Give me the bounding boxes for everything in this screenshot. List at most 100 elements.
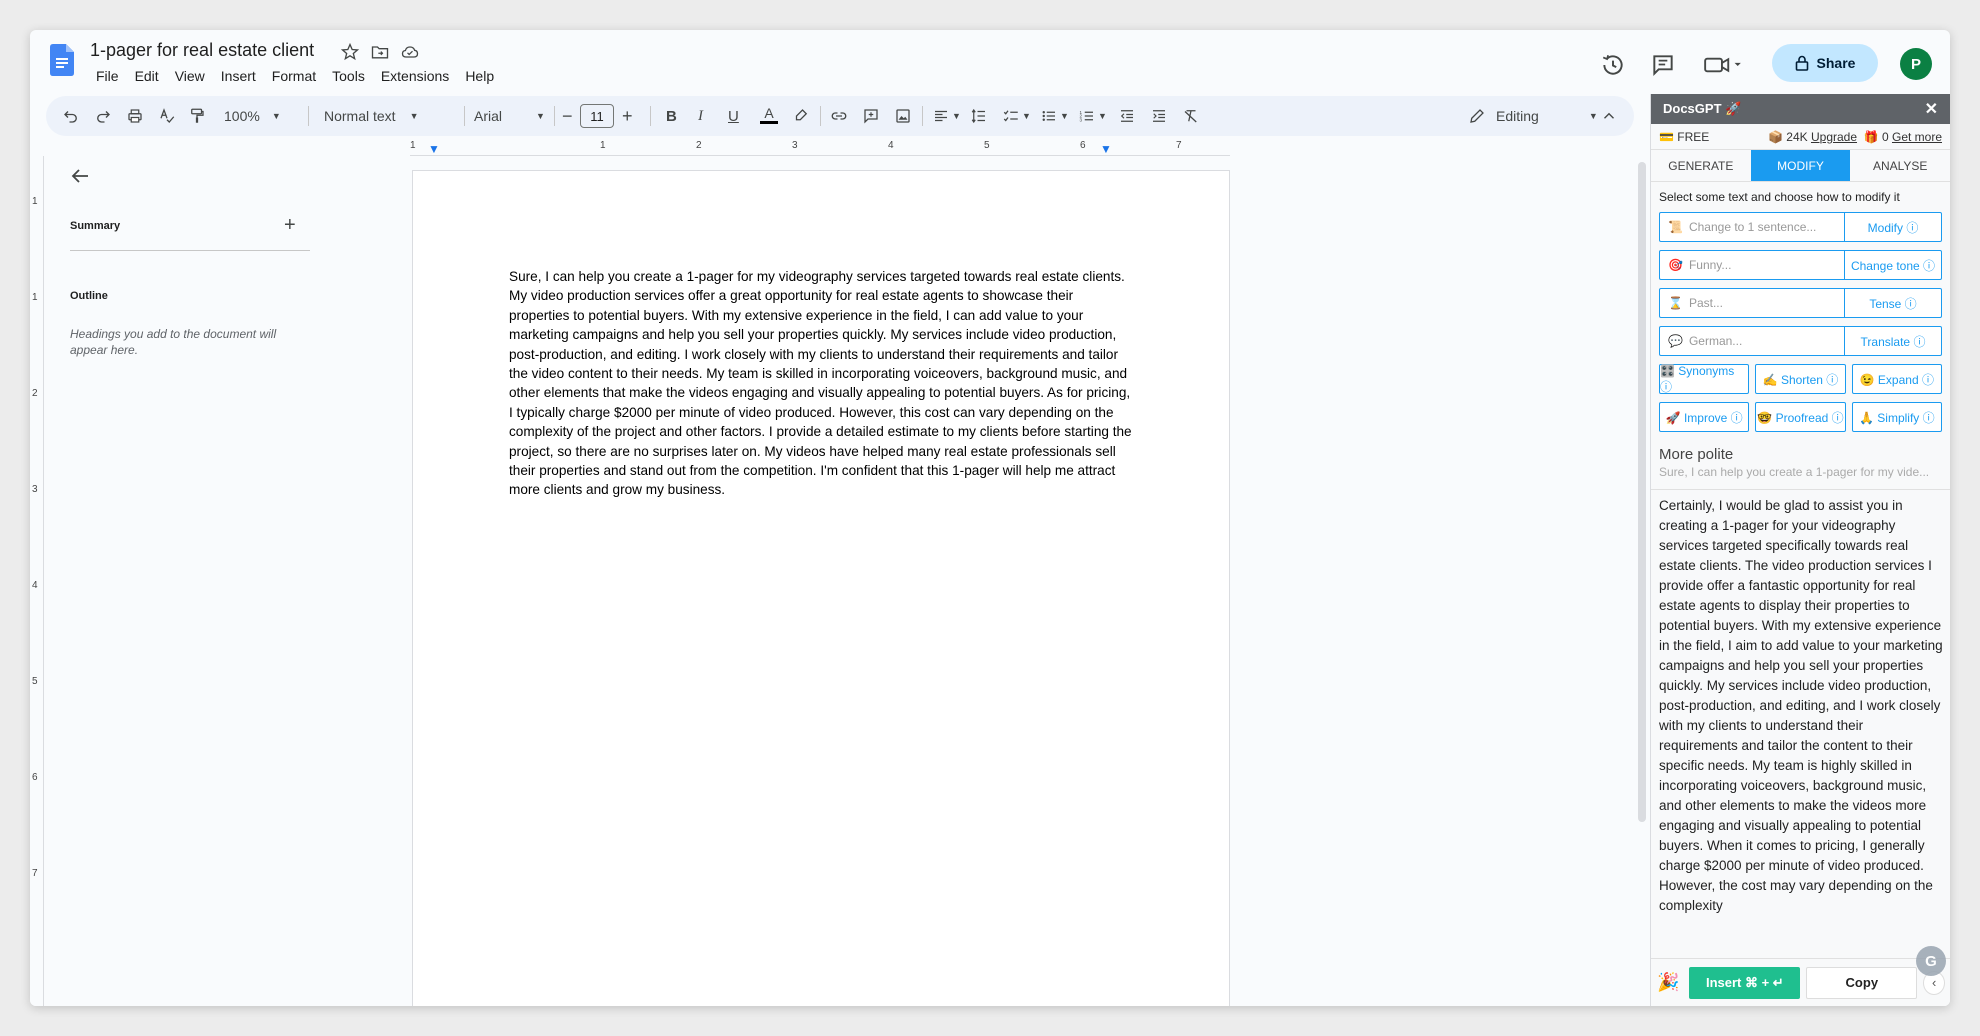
simplify-button[interactable]: 🙏 Simplify ⓘ (1851, 402, 1942, 432)
right-indent-marker-icon[interactable]: ▼ (1100, 142, 1112, 156)
document-title[interactable]: 1-pager for real estate client (90, 40, 314, 61)
grammarly-icon[interactable]: G (1916, 946, 1946, 976)
lock-icon (1795, 55, 1808, 71)
tab-analyse[interactable]: ANALYSE (1850, 150, 1950, 181)
hide-menus-icon[interactable] (1600, 106, 1618, 126)
menu-view[interactable]: View (167, 68, 213, 84)
zoom-select[interactable]: 100% ▼ (224, 106, 281, 126)
paint-format-icon[interactable] (188, 106, 206, 126)
italic-icon[interactable]: I (698, 106, 703, 126)
link-icon[interactable] (830, 106, 848, 126)
divider (922, 106, 923, 126)
modify-hint: Select some text and choose how to modif… (1659, 190, 1900, 204)
insert-image-icon[interactable] (894, 106, 912, 126)
docsgpt-tabs: GENERATE MODIFY ANALYSE (1651, 150, 1950, 182)
result-text[interactable]: Certainly, I would be glad to assist you… (1659, 496, 1945, 930)
translate-row: 💬 German... Translate ⓘ (1659, 326, 1942, 356)
add-summary-icon[interactable]: + (284, 214, 296, 237)
checklist-icon[interactable]: ▼ (1002, 106, 1031, 126)
horizontal-ruler[interactable]: 1 ▼ 1 2 3 4 5 6 ▼ 7 (410, 140, 1230, 156)
modify-instruction-input[interactable]: 📜 Change to 1 sentence... (1660, 213, 1845, 241)
align-icon[interactable]: ▼ (932, 106, 961, 126)
meet-icon[interactable] (1702, 52, 1744, 78)
divider (464, 106, 465, 126)
translate-input[interactable]: 💬 German... (1660, 327, 1845, 355)
target-emoji-icon: 🎯 (1668, 258, 1683, 272)
editing-mode-select[interactable]: Editing ▼ (1468, 106, 1598, 126)
docsgpt-header: DocsGPT 🚀 ✕ (1651, 94, 1950, 124)
tone-input[interactable]: 🎯 Funny... (1660, 251, 1845, 279)
scrollbar[interactable] (1638, 162, 1646, 822)
copy-button[interactable]: Copy (1806, 966, 1918, 999)
font-select[interactable]: Arial ▼ (474, 106, 545, 126)
document-body-text[interactable]: Sure, I can help you create a 1-pager fo… (509, 267, 1135, 500)
menu-insert[interactable]: Insert (213, 68, 264, 84)
modify-row: 📜 Change to 1 sentence... Modify ⓘ (1659, 212, 1942, 242)
underline-icon[interactable]: U (728, 106, 739, 126)
cloud-saved-icon[interactable] (400, 42, 420, 62)
undo-icon[interactable] (62, 106, 80, 126)
document-page[interactable]: Sure, I can help you create a 1-pager fo… (412, 170, 1230, 1006)
expand-button[interactable]: 😉 Expand ⓘ (1851, 364, 1942, 394)
menu-help[interactable]: Help (457, 68, 502, 84)
proofread-button[interactable]: 🤓 Proofread ⓘ (1755, 402, 1846, 432)
left-indent-marker-icon[interactable]: ▼ (428, 142, 440, 156)
shorten-button[interactable]: ✍️ Shorten ⓘ (1755, 364, 1846, 394)
tense-input[interactable]: ⌛ Past... (1660, 289, 1845, 317)
translate-button[interactable]: Translate ⓘ (1845, 327, 1941, 355)
bulleted-list-icon[interactable]: ▼ (1040, 106, 1069, 126)
upgrade-link[interactable]: Upgrade (1811, 130, 1857, 144)
move-folder-icon[interactable] (370, 42, 390, 62)
result-title: More polite (1659, 446, 1734, 463)
decrease-indent-icon[interactable] (1118, 106, 1136, 126)
increase-indent-icon[interactable] (1150, 106, 1168, 126)
highlight-icon[interactable] (792, 106, 810, 126)
close-icon[interactable]: ✕ (1925, 99, 1938, 119)
improve-button[interactable]: 🚀 Improve ⓘ (1659, 402, 1750, 432)
clear-formatting-icon[interactable] (1182, 106, 1200, 126)
quick-actions-row-2: 🚀 Improve ⓘ 🤓 Proofread ⓘ 🙏 Simplify ⓘ (1659, 402, 1942, 432)
text-color-icon[interactable]: A (760, 106, 778, 126)
style-select[interactable]: Normal text ▼ (324, 106, 419, 126)
synonyms-button[interactable]: 🎛️ Synonyms ⓘ (1659, 364, 1750, 394)
tab-modify[interactable]: MODIFY (1750, 150, 1851, 181)
menu-file[interactable]: File (88, 68, 127, 84)
share-label: Share (1816, 55, 1856, 71)
modify-button[interactable]: Modify ⓘ (1845, 213, 1941, 241)
back-arrow-icon[interactable] (68, 164, 92, 188)
redo-icon[interactable] (94, 106, 112, 126)
tense-button[interactable]: Tense ⓘ (1845, 289, 1941, 317)
increase-font-size-icon[interactable]: + (622, 106, 633, 126)
decrease-font-size-icon[interactable]: − (562, 106, 573, 126)
print-icon[interactable] (126, 106, 144, 126)
menu-tools[interactable]: Tools (324, 68, 373, 84)
numbered-list-icon[interactable]: 1 2 3 ▼ (1078, 106, 1107, 126)
docs-logo-icon[interactable] (50, 44, 74, 76)
bonus-count: 🎁 0 (1863, 129, 1889, 144)
menu-extensions[interactable]: Extensions (373, 68, 457, 84)
spellcheck-icon[interactable] (158, 106, 176, 126)
plan-badge: 💳 FREE (1659, 129, 1710, 144)
divider (70, 250, 310, 251)
font-size-input[interactable]: 11 (580, 104, 614, 128)
get-more-link[interactable]: Get more (1892, 130, 1942, 144)
speech-bubble-emoji-icon: 💬 (1668, 334, 1683, 348)
menu-edit[interactable]: Edit (127, 68, 167, 84)
tab-generate[interactable]: GENERATE (1651, 150, 1751, 181)
divider (820, 106, 821, 126)
divider (1651, 489, 1950, 490)
menu-format[interactable]: Format (264, 68, 324, 84)
comments-icon[interactable] (1650, 52, 1676, 78)
share-button[interactable]: Share (1772, 44, 1878, 82)
docsgpt-title: DocsGPT 🚀 (1663, 101, 1742, 116)
bold-icon[interactable]: B (666, 106, 677, 126)
star-icon[interactable] (340, 42, 360, 62)
avatar[interactable]: P (1900, 48, 1932, 80)
line-spacing-icon[interactable] (970, 106, 988, 126)
version-history-icon[interactable] (1600, 52, 1626, 78)
outline-heading: Outline (70, 290, 108, 302)
toolbar: 100% ▼ Normal text ▼ Arial ▼ − 11 + B I U A… (46, 96, 1634, 136)
insert-button[interactable]: Insert ⌘ + ↵ (1689, 966, 1801, 999)
change-tone-button[interactable]: Change tone ⓘ (1845, 251, 1941, 279)
add-comment-icon[interactable] (862, 106, 880, 126)
